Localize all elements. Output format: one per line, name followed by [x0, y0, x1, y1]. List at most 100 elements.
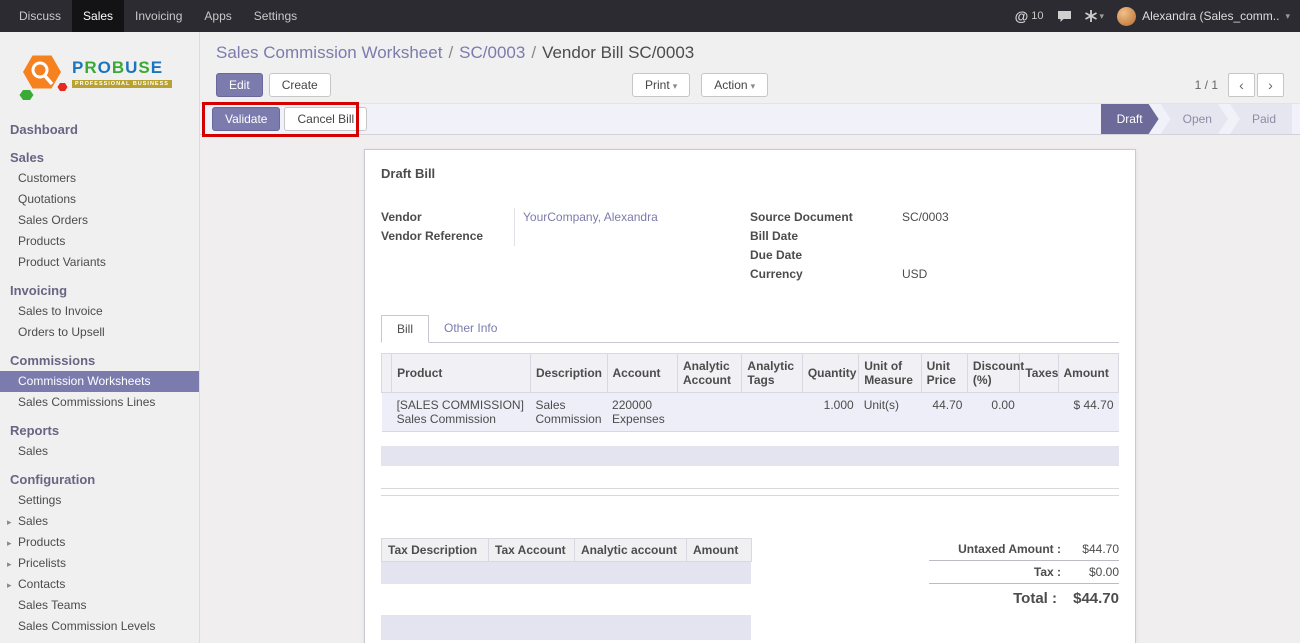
- bill-date-row: Bill Date: [750, 227, 1119, 246]
- sidebar-heading-sales[interactable]: Sales: [0, 147, 199, 168]
- tax-header-tax-description[interactable]: Tax Description: [382, 539, 489, 562]
- lines-cell-product[interactable]: [SALES COMMISSION] Sales Commission: [392, 393, 531, 432]
- logo-letter: E: [151, 58, 163, 77]
- sidebar-heading-commissions[interactable]: Commissions: [0, 350, 199, 371]
- lines-header-quantity[interactable]: Quantity: [802, 354, 858, 393]
- logo-text: PROBUSE PROFESSIONAL BUSINESS: [72, 58, 172, 88]
- lines-cell-unit-of-measure[interactable]: Unit(s): [859, 393, 921, 432]
- mention-counter[interactable]: @ 10: [1015, 8, 1044, 24]
- status-step-draft[interactable]: Draft: [1101, 104, 1159, 134]
- sidebar-item-label: Quotations: [18, 192, 76, 206]
- tax-header-amount[interactable]: Amount: [687, 539, 752, 562]
- sidebar-heading-configuration[interactable]: Configuration: [0, 469, 199, 490]
- developer-menu[interactable]: ▾: [1085, 10, 1105, 22]
- lines-header-product[interactable]: Product: [392, 354, 531, 393]
- sidebar-item-contacts[interactable]: ▸Contacts: [0, 574, 199, 595]
- app-logo[interactable]: PROBUSE PROFESSIONAL BUSINESS: [0, 32, 199, 112]
- form-fields: Vendor YourCompany, Alexandra Vendor Ref…: [381, 208, 1119, 284]
- sidebar-item-orders-to-upsell[interactable]: Orders to Upsell: [0, 322, 199, 343]
- vendor-reference-label: Vendor Reference: [381, 227, 514, 246]
- lines-header-discount[interactable]: Discount (%): [967, 354, 1019, 393]
- sidebar-item-sales[interactable]: ▸Sales: [0, 511, 199, 532]
- lines-cell-amount[interactable]: $ 44.70: [1058, 393, 1118, 432]
- logo-subtitle: PROFESSIONAL BUSINESS: [72, 80, 172, 88]
- print-label: Print: [645, 78, 670, 92]
- validate-button[interactable]: Validate: [212, 107, 280, 131]
- lines-cell-taxes[interactable]: [1020, 393, 1058, 432]
- topbar-menu-discuss[interactable]: Discuss: [8, 0, 72, 32]
- lines-header-amount[interactable]: Amount: [1058, 354, 1118, 393]
- lines-header-analytic-account[interactable]: Analytic Account: [677, 354, 741, 393]
- status-step-paid[interactable]: Paid: [1230, 104, 1292, 134]
- lines-header-unit-price[interactable]: Unit Price: [921, 354, 967, 393]
- tax-header-tax-account[interactable]: Tax Account: [489, 539, 575, 562]
- chat-icon[interactable]: [1057, 10, 1072, 23]
- lines-header-taxes[interactable]: Taxes: [1020, 354, 1058, 393]
- pager: 1 / 1 ‹ ›: [1195, 73, 1284, 97]
- tab-other-info[interactable]: Other Info: [429, 315, 512, 343]
- sidebar-item-commission-worksheets[interactable]: Commission Worksheets: [0, 371, 199, 392]
- lines-cell-description[interactable]: Sales Commission: [531, 393, 608, 432]
- logo-letter: B: [112, 58, 125, 77]
- lines-header-unit-of-measure[interactable]: Unit of Measure: [859, 354, 921, 393]
- breadcrumb-part-1[interactable]: SC/0003: [459, 43, 525, 62]
- lines-header-account[interactable]: Account: [607, 354, 677, 393]
- lines-cell-analytic-account[interactable]: [677, 393, 741, 432]
- tax-header-analytic-account[interactable]: Analytic account: [575, 539, 687, 562]
- print-button[interactable]: Print▾: [632, 73, 690, 97]
- sidebar-item-settings[interactable]: Settings: [0, 490, 199, 511]
- lines-header-analytic-tags[interactable]: Analytic Tags: [742, 354, 802, 393]
- sidebar-item-sales-to-invoice[interactable]: Sales to Invoice: [0, 301, 199, 322]
- lines-header-description[interactable]: Description: [531, 354, 608, 393]
- topbar-menu-invoicing[interactable]: Invoicing: [124, 0, 193, 32]
- breadcrumb-part-0[interactable]: Sales Commission Worksheet: [216, 43, 442, 62]
- topbar-menu-apps[interactable]: Apps: [193, 0, 242, 32]
- status-step-open[interactable]: Open: [1161, 104, 1228, 134]
- table-row[interactable]: [SALES COMMISSION] Sales CommissionSales…: [382, 393, 1119, 432]
- chevron-right-icon: ▸: [7, 557, 12, 572]
- create-button[interactable]: Create: [269, 73, 331, 97]
- sidebar-item-sales-commission-levels[interactable]: Sales Commission Levels: [0, 616, 199, 637]
- lines-cell-analytic-tags[interactable]: [742, 393, 802, 432]
- sidebar-item-products[interactable]: ▸Products: [0, 532, 199, 553]
- pager-next-button[interactable]: ›: [1257, 73, 1284, 97]
- sidebar-section-invoicing: InvoicingSales to InvoiceOrders to Upsel…: [0, 280, 199, 343]
- sidebar-item-sales-commissions-lines[interactable]: Sales Commissions Lines: [0, 392, 199, 413]
- sidebar-item-label: Products: [18, 234, 65, 248]
- sidebar-heading-dashboard[interactable]: Dashboard: [0, 119, 199, 140]
- lines-cell-unit-price[interactable]: 44.70: [921, 393, 967, 432]
- sidebar-item-product-variants[interactable]: Product Variants: [0, 252, 199, 273]
- logo-letter: S: [138, 58, 150, 77]
- sidebar-item-sales-teams[interactable]: Sales Teams: [0, 595, 199, 616]
- pager-previous-button[interactable]: ‹: [1228, 73, 1255, 97]
- vendor-value-link[interactable]: YourCompany, Alexandra: [523, 210, 658, 224]
- sidebar-heading-reports[interactable]: Reports: [0, 420, 199, 441]
- action-label: Action: [714, 78, 747, 92]
- statusbar: Validate Cancel Bill DraftOpenPaid: [200, 103, 1300, 135]
- sidebar-item-products[interactable]: Products: [0, 231, 199, 252]
- edit-button[interactable]: Edit: [216, 73, 263, 97]
- cancel-bill-button[interactable]: Cancel Bill: [284, 107, 367, 131]
- sidebar-heading-invoicing[interactable]: Invoicing: [0, 280, 199, 301]
- lines-cell-account[interactable]: 220000 Expenses: [607, 393, 677, 432]
- tab-bill[interactable]: Bill: [381, 315, 429, 343]
- lines-cell-quantity[interactable]: 1.000: [802, 393, 858, 432]
- vendor-reference-field[interactable]: [514, 227, 750, 246]
- sidebar-item-sales-orders[interactable]: Sales Orders: [0, 210, 199, 231]
- caret-down-icon: ▾: [673, 81, 678, 91]
- sidebar-item-label: Sales Teams: [18, 598, 86, 612]
- sidebar-item-label: Customers: [18, 171, 76, 185]
- due-date-field[interactable]: [894, 246, 1119, 265]
- sidebar-item-sales[interactable]: Sales: [0, 441, 199, 462]
- lines-cell-discount[interactable]: 0.00: [967, 393, 1019, 432]
- user-menu[interactable]: Alexandra (Sales_comm.. ▾: [1117, 7, 1290, 26]
- sidebar-item-pricelists[interactable]: ▸Pricelists: [0, 553, 199, 574]
- action-button[interactable]: Action▾: [701, 73, 768, 97]
- bill-date-field[interactable]: [894, 227, 1119, 246]
- sidebar-item-quotations[interactable]: Quotations: [0, 189, 199, 210]
- topbar-menu-sales[interactable]: Sales: [72, 0, 124, 32]
- empty-line-stripe: [381, 446, 1119, 466]
- currency-field: USD: [894, 265, 1119, 284]
- topbar-menu-settings[interactable]: Settings: [243, 0, 308, 32]
- sidebar-item-customers[interactable]: Customers: [0, 168, 199, 189]
